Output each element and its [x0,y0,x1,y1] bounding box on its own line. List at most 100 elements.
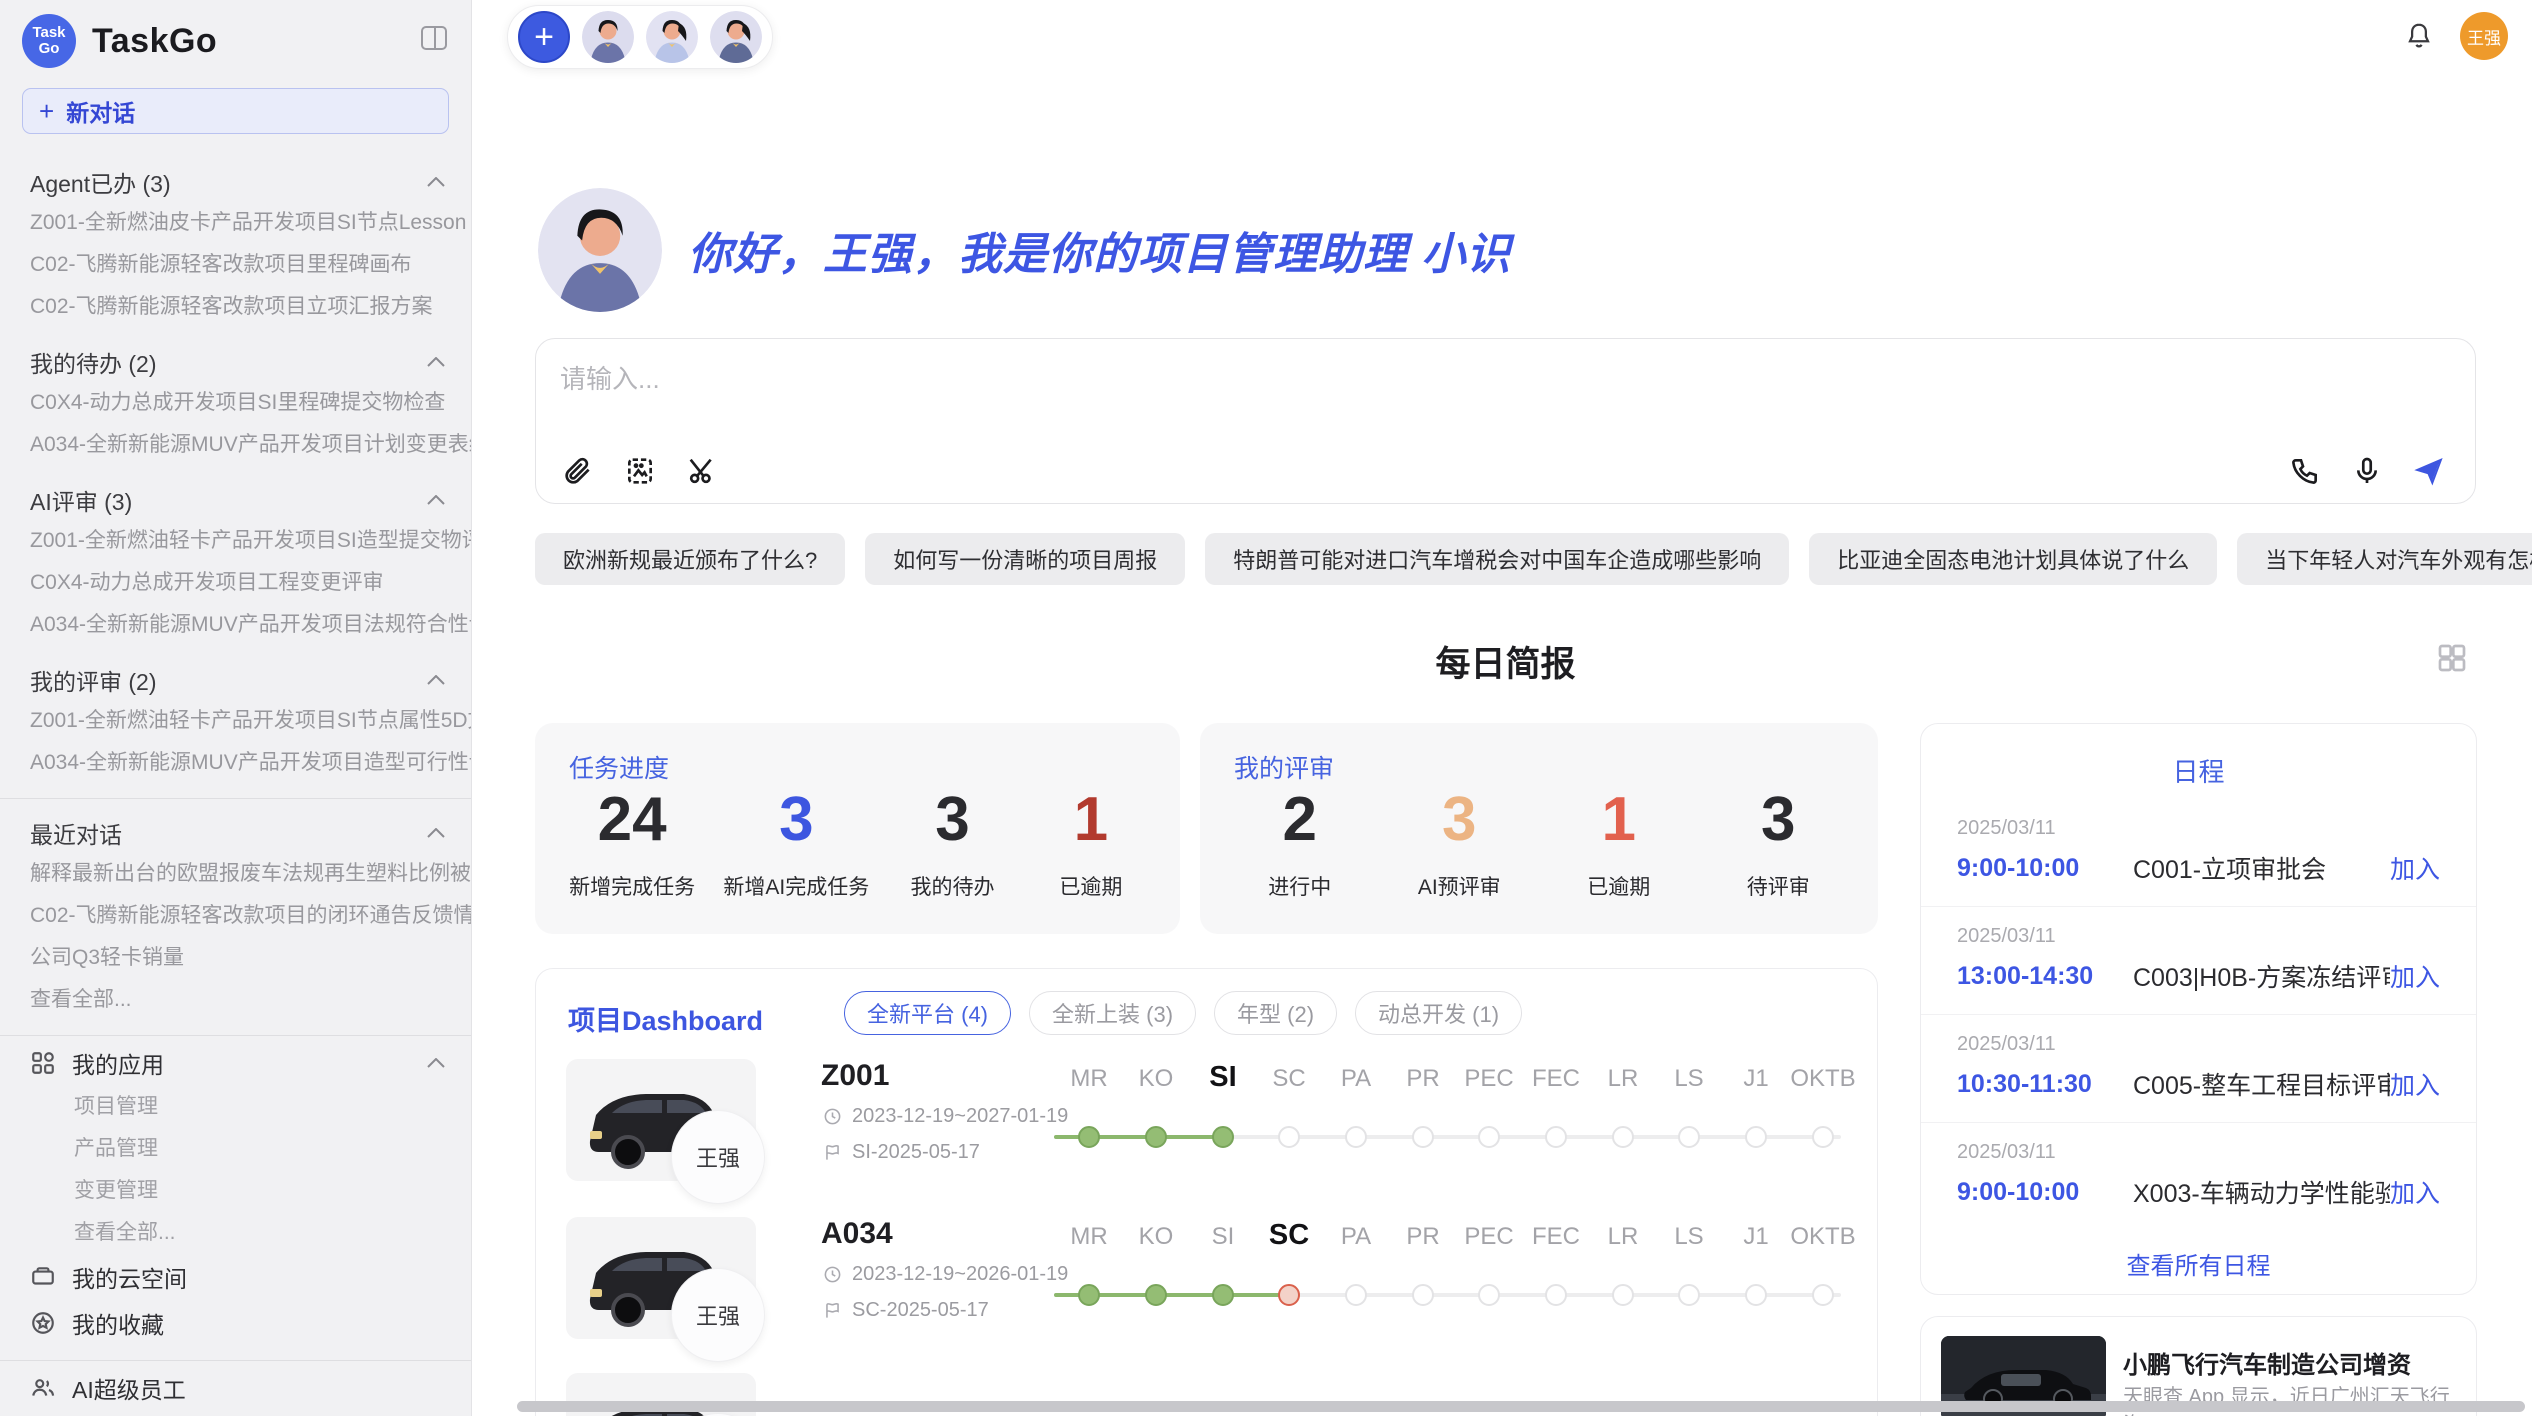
chevron-up-icon[interactable] [427,357,445,367]
stat-column: 3新增AI完成任务 [723,785,869,901]
milestone-label-MR: MR [1070,1065,1107,1093]
layout-grid-icon[interactable] [2436,642,2468,674]
apps-grid-icon [30,1050,56,1076]
dashboard-tab-3[interactable]: 动总开发 (1) [1355,991,1522,1035]
milestone-label-OKTB: OKTB [1790,1223,1855,1251]
schedule-date: 2025/03/11 [1957,1141,2440,1164]
milestone-dot-MR [1078,1126,1100,1148]
milestone-dot-PR [1412,1126,1434,1148]
join-link[interactable]: 加入 [2390,1066,2440,1102]
stat-label: 新增完成任务 [569,871,695,901]
task-progress-card: 任务进度 24新增完成任务3新增AI完成任务3我的待办1已逾期 [535,723,1180,934]
project-flag-milestone: SC-2025-05-17 [823,1299,989,1322]
chevron-up-icon[interactable] [427,675,445,685]
horizontal-scrollbar[interactable] [517,1401,2525,1412]
milestone-label-FEC: FEC [1532,1223,1580,1251]
suggestion-chip-3[interactable]: 比亚迪全固态电池计划具体说了什么 [1809,533,2217,585]
composer-left-icons [562,455,718,487]
clock-icon [823,1265,842,1284]
microphone-icon[interactable] [2351,455,2383,487]
join-link[interactable]: 加入 [2390,958,2440,994]
stat-value: 1 [1564,785,1674,855]
chevron-up-icon[interactable] [427,495,445,505]
milestone-dot-LR [1612,1284,1634,1306]
sidebar-list-item[interactable]: A034-全新新能源MUV产品开发项目造型可行性评审 [0,742,471,784]
member-avatar-3[interactable] [710,11,762,63]
milestone-dot-SI [1212,1126,1234,1148]
dashboard-tab-0[interactable]: 全新平台 (4) [844,991,1011,1035]
milestone-dot-SC [1278,1284,1300,1306]
view-all-schedule-link[interactable]: 查看所有日程 [1921,1246,2476,1281]
stat-label: 我的待办 [898,871,1008,901]
chevron-up-icon[interactable] [427,1058,445,1068]
scissors-icon[interactable] [686,455,718,487]
member-avatar-2[interactable] [646,11,698,63]
sidebar-item-help-me-write[interactable]: 帮我写作 [0,1411,471,1416]
attachment-icon[interactable] [562,455,594,487]
phone-call-icon[interactable] [2289,455,2321,487]
sidebar-list-item[interactable]: C02-飞腾新能源轻客改款项目里程碑画布 [0,244,471,286]
sidebar-item-change-mgmt[interactable]: 变更管理 [0,1170,471,1212]
sidebar-list-item[interactable]: C02-飞腾新能源轻客改款项目立项汇报方案 [0,286,471,328]
sidebar-list-item[interactable]: 公司Q3轻卡销量 [0,937,471,979]
dashboard-tab-2[interactable]: 年型 (2) [1214,991,1337,1035]
greeting-text: 你好，王强，我是你的项目管理助理 小识 [688,218,1511,282]
sidebar-item-product-mgmt[interactable]: 产品管理 [0,1128,471,1170]
sidebar-list-item[interactable]: C0X4-动力总成开发项目工程变更评审 [0,562,471,604]
project-dashboard-title[interactable]: 项目Dashboard [568,999,763,1038]
sidebar-list-item[interactable]: A034-全新新能源MUV产品开发项目法规符合性评审 [0,604,471,646]
assistant-avatar [538,188,662,312]
sidebar-list-item[interactable]: Z001-全新燃油轻卡产品开发项目SI造型提交物评审 [0,520,471,562]
greeting-block: 你好，王强，我是你的项目管理助理 小识 [538,188,1511,312]
milestone-label-SI: SI [1212,1223,1235,1251]
join-link[interactable]: 加入 [2390,850,2440,886]
chat-input[interactable] [560,359,1960,399]
sidebar-group-header-4: 最近对话 [0,813,471,853]
sidebar-item-project-mgmt[interactable]: 项目管理 [0,1086,471,1128]
stat-column: 3待评审 [1723,785,1833,901]
notification-bell-icon[interactable] [2404,21,2434,51]
sidebar-item-ai-super-staff[interactable]: AI超级员工 [0,1365,471,1411]
add-member-button[interactable]: + [518,11,570,63]
member-avatar-1[interactable] [582,11,634,63]
sidebar-group-header-1: 我的待办 (2) [0,342,471,382]
suggestion-chip-0[interactable]: 欧洲新规最近颁布了什么? [535,533,845,585]
sidebar-list-item[interactable]: 解释最新出台的欧盟报废车法规再生塑料比例被调至15%... [0,853,471,895]
sidebar-list-item[interactable]: C0X4-动力总成开发项目SI里程碑提交物检查 [0,382,471,424]
sidebar-list-item[interactable]: 查看全部... [0,979,471,1021]
cloud-space-label: 我的云空间 [72,1260,187,1294]
sidebar-collapse-icon[interactable] [421,26,447,50]
suggestion-chip-4[interactable]: 当下年轻人对汽车外观有怎样的喜好趋势 [2237,533,2532,585]
chevron-up-icon[interactable] [427,177,445,187]
sidebar-list-item[interactable]: A034-全新新能源MUV产品开发项目计划变更表编写 [0,424,471,466]
project-owner-badge: 王强 [671,1110,765,1204]
milestone-label-J1: J1 [1743,1223,1768,1251]
sidebar-list-item[interactable]: Z001-全新燃油轻卡产品开发项目SI节点属性5D文件评审 [0,700,471,742]
suggestion-chip-1[interactable]: 如何写一份清晰的项目周报 [865,533,1185,585]
milestone-dot-PA [1345,1126,1367,1148]
user-avatar[interactable]: 王强 [2460,12,2508,60]
suggestion-chip-2[interactable]: 特朗普可能对进口汽车增税会对中国车企造成哪些影响 [1205,533,1789,585]
send-icon[interactable] [2413,455,2445,487]
milestone-dot-J1 [1745,1126,1767,1148]
chevron-up-icon[interactable] [427,828,445,838]
milestone-dot-PR [1412,1284,1434,1306]
sidebar-item-view-all-apps[interactable]: 查看全部... [0,1212,471,1254]
sidebar-item-cloud-space[interactable]: 我的云空间 [0,1254,471,1300]
project-flag-text: SC-2025-05-17 [852,1299,989,1322]
milestone-dot-J1 [1745,1284,1767,1306]
milestone-label-LR: LR [1608,1065,1639,1093]
sidebar-list-item[interactable]: Z001-全新燃油皮卡产品开发项目SI节点Lesson Learn报告 [0,202,471,244]
sidebar-item-favorites[interactable]: 我的收藏 [0,1300,471,1346]
join-link[interactable]: 加入 [2390,1174,2440,1210]
image-upload-icon[interactable] [624,455,656,487]
schedule-item-row: 9:00-10:00X003-车辆动力学性能验...加入 [1957,1174,2440,1210]
sidebar-item-my-apps[interactable]: 我的应用 [0,1040,471,1086]
schedule-card: 日程 2025/03/119:00-10:00C001-立项审批会加入2025/… [1920,723,2477,1295]
sidebar-group-title: 我的评审 (2) [30,663,157,697]
sidebar-list-item[interactable]: C02-飞腾新能源轻客改款项目的闭环通告反馈情况 [0,895,471,937]
dashboard-tab-1[interactable]: 全新上装 (3) [1029,991,1196,1035]
sidebar-group-2: AI评审 (3)Z001-全新燃油轻卡产品开发项目SI造型提交物评审C0X4-动… [0,480,471,646]
suggestion-chips: 欧洲新规最近颁布了什么? 如何写一份清晰的项目周报特朗普可能对进口汽车增税会对中国… [535,533,2476,585]
new-chat-button[interactable]: + 新对话 [22,88,449,134]
